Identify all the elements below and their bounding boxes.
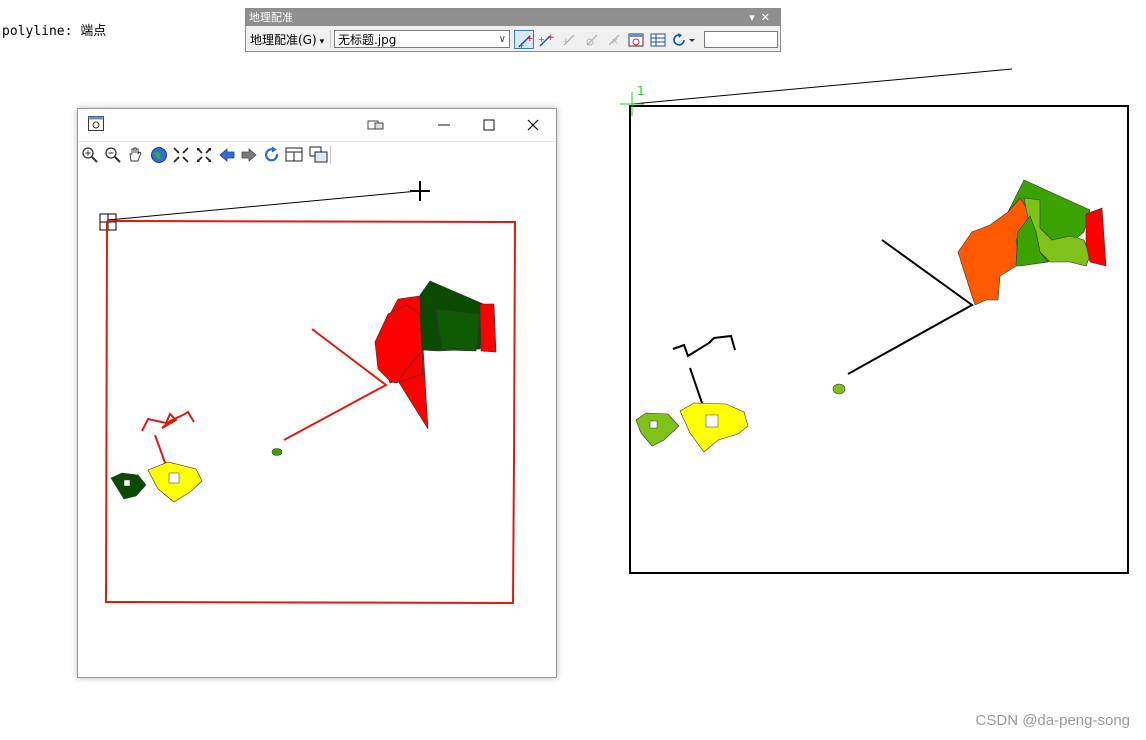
- fixed-zoom-out-icon[interactable]: [195, 146, 213, 164]
- add-control-points-button[interactable]: + +: [514, 30, 534, 49]
- viewer-icon: [628, 33, 644, 47]
- select-link-icon: +: [562, 34, 575, 47]
- red-frame-outline: [104, 220, 517, 605]
- svg-text:+: +: [547, 33, 554, 43]
- svg-text:×: ×: [611, 37, 619, 47]
- viewer-title-bar[interactable]: [78, 109, 556, 140]
- viewer-button[interactable]: [626, 30, 646, 49]
- forward-icon[interactable]: [240, 146, 258, 164]
- rotation-angle-field[interactable]: [704, 31, 778, 48]
- delete-link-button[interactable]: ×: [604, 30, 624, 49]
- svg-text:+: +: [526, 34, 533, 44]
- parcel-group-top-right: [374, 280, 497, 430]
- full-extent-icon[interactable]: [150, 146, 168, 164]
- select-link-button[interactable]: +: [559, 30, 579, 49]
- svg-text:+: +: [518, 41, 525, 49]
- add-control-points-multi-icon: + +: [538, 33, 554, 47]
- small-parcel: [271, 448, 283, 456]
- caption-text: polyline: 端点: [2, 24, 107, 39]
- link-table-icon: [650, 33, 666, 47]
- toggle-window-icon[interactable]: [309, 146, 329, 164]
- toolbar-close-icon[interactable]: ✕: [761, 11, 776, 24]
- delete-link-icon: ×: [608, 34, 620, 47]
- toolbar-options-icon[interactable]: ▾: [749, 11, 761, 24]
- viewer-window: [77, 108, 557, 678]
- layer-select[interactable]: 无标题.jpg ∨: [334, 30, 510, 48]
- link-line-main: [631, 68, 1013, 105]
- yellow-parcel-main: [679, 402, 749, 453]
- window-extra-icon[interactable]: [367, 118, 385, 132]
- pan-icon[interactable]: [126, 146, 144, 164]
- back-icon[interactable]: [218, 146, 236, 164]
- refresh-icon[interactable]: [263, 146, 281, 164]
- svg-text:+: +: [562, 37, 570, 47]
- viewer-app-icon: [88, 116, 104, 131]
- toolbar-title: 地理配准: [249, 11, 293, 24]
- maximize-icon[interactable]: [481, 117, 497, 133]
- black-polyline-v: [847, 239, 974, 375]
- add-control-points-icon: + +: [518, 34, 533, 49]
- frame-outline: [629, 105, 1129, 574]
- zoom-in-icon[interactable]: [81, 146, 99, 164]
- toolbar-controls: ▾✕: [749, 9, 776, 26]
- zoom-to-link-icon: [586, 34, 598, 46]
- zoom-out-icon[interactable]: [104, 146, 122, 164]
- viewer-toolbar: [78, 141, 556, 166]
- fixed-zoom-in-icon[interactable]: [172, 146, 190, 164]
- close-icon[interactable]: [525, 117, 541, 133]
- small-parcel-main: [832, 383, 846, 395]
- chevron-down-icon: ∨: [498, 34, 506, 45]
- georeferencing-menu[interactable]: 地理配准(G): [250, 31, 324, 48]
- add-control-points-multi-button[interactable]: + +: [536, 30, 556, 49]
- red-polyline-v: [283, 328, 388, 441]
- zoom-to-link-button[interactable]: [582, 30, 602, 49]
- link-line: [107, 190, 419, 221]
- toolbar-divider: [330, 146, 331, 164]
- minimize-icon[interactable]: [436, 117, 452, 133]
- layer-select-value: 无标题.jpg: [338, 33, 397, 47]
- viewer-map-canvas[interactable]: [78, 109, 556, 677]
- rotate-button[interactable]: [670, 30, 698, 49]
- black-polyline-short: [689, 367, 715, 439]
- svg-text:+: +: [538, 35, 545, 44]
- crosshair-cursor-icon: [410, 181, 430, 201]
- black-polyline-zigzag: [672, 334, 736, 358]
- red-polyline-zigzag: [141, 410, 195, 432]
- control-point-marker: [620, 92, 644, 116]
- georeferencing-toolbar: 地理配准 ▾✕ 地理配准(G) 无标题.jpg ∨ + + + +: [245, 8, 781, 52]
- rotate-icon: [673, 33, 695, 46]
- toolbar-divider: [330, 30, 331, 48]
- parcel-group-main: [957, 179, 1107, 306]
- link-window-icon[interactable]: [285, 146, 305, 164]
- light-green-parcel: [635, 412, 680, 447]
- toolbar-title-bar[interactable]: 地理配准 ▾✕: [246, 9, 780, 26]
- link-table-button[interactable]: [648, 30, 668, 49]
- watermark-text: CSDN @da-peng-song: [975, 712, 1130, 729]
- control-point-label: 1: [637, 84, 645, 98]
